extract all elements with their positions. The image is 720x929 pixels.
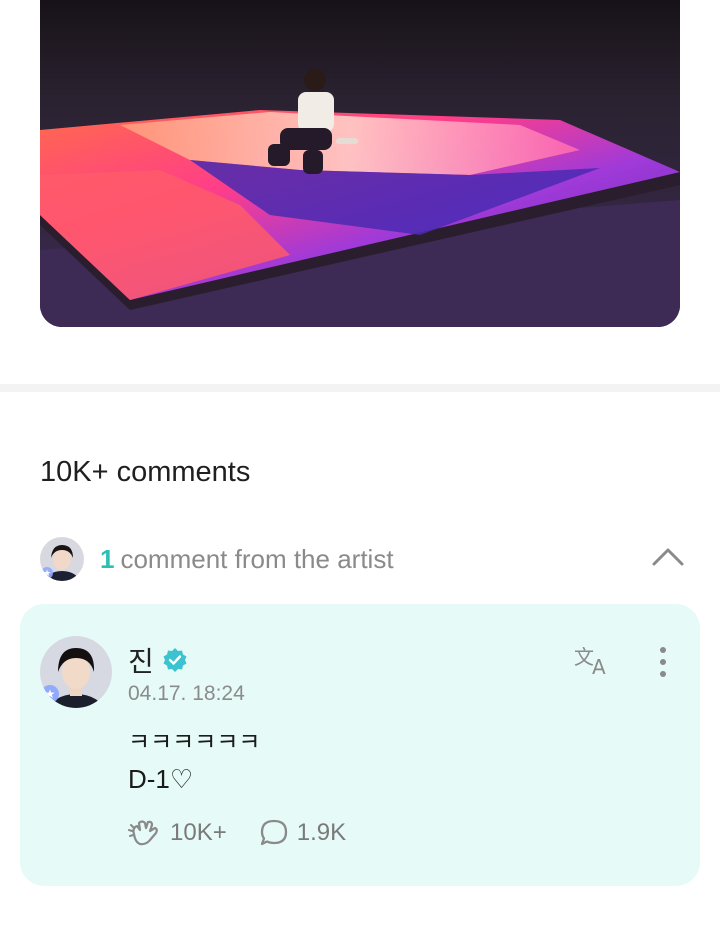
comments-count-heading: 10K+ comments [40,456,251,488]
artist-comments-text: comment from the artist [120,543,394,574]
like-count: 10K+ [170,819,227,846]
reply-count: 1.9K [296,819,347,846]
comment-text-line-2: D-1♡ [128,764,194,794]
artist-comments-count: 1 [100,543,115,574]
verified-badge-icon [163,648,187,672]
artist-comment-card: ★ 진 04.17. 18:24 文 A ㅋㅋㅋㅋㅋㅋ D-1♡ 10K+ 1.… [20,604,700,886]
author-avatar[interactable]: ★ [40,636,112,708]
author-name[interactable]: 진 [128,640,154,680]
comment-actions: 10K+ 1.9K [128,818,378,848]
post-photo[interactable] [40,0,680,327]
artist-comments-toggle[interactable]: ★ 1 comment from the artist [40,536,685,582]
chevron-up-icon[interactable] [651,544,685,570]
comment-text-line-1: ㅋㅋㅋㅋㅋㅋ [128,729,261,756]
comment-timestamp: 04.17. 18:24 [128,682,245,705]
more-vertical-icon[interactable] [652,644,674,684]
svg-text:★: ★ [43,569,51,579]
photo-illustration [40,0,680,327]
reply-button[interactable]: 1.9K [259,818,346,848]
like-button[interactable]: 10K+ [128,818,227,848]
translate-icon[interactable]: 文 A [572,642,616,678]
svg-text:★: ★ [45,687,56,701]
section-divider [0,384,720,392]
speech-bubble-icon [260,819,287,846]
svg-text:文: 文 [574,645,594,669]
comment-author-row: 진 [128,640,188,680]
svg-text:A: A [592,655,606,678]
cheer-hand-icon [128,820,158,846]
artist-comments-label: 1 comment from the artist [100,544,394,575]
artist-avatar-small: ★ [40,537,84,581]
